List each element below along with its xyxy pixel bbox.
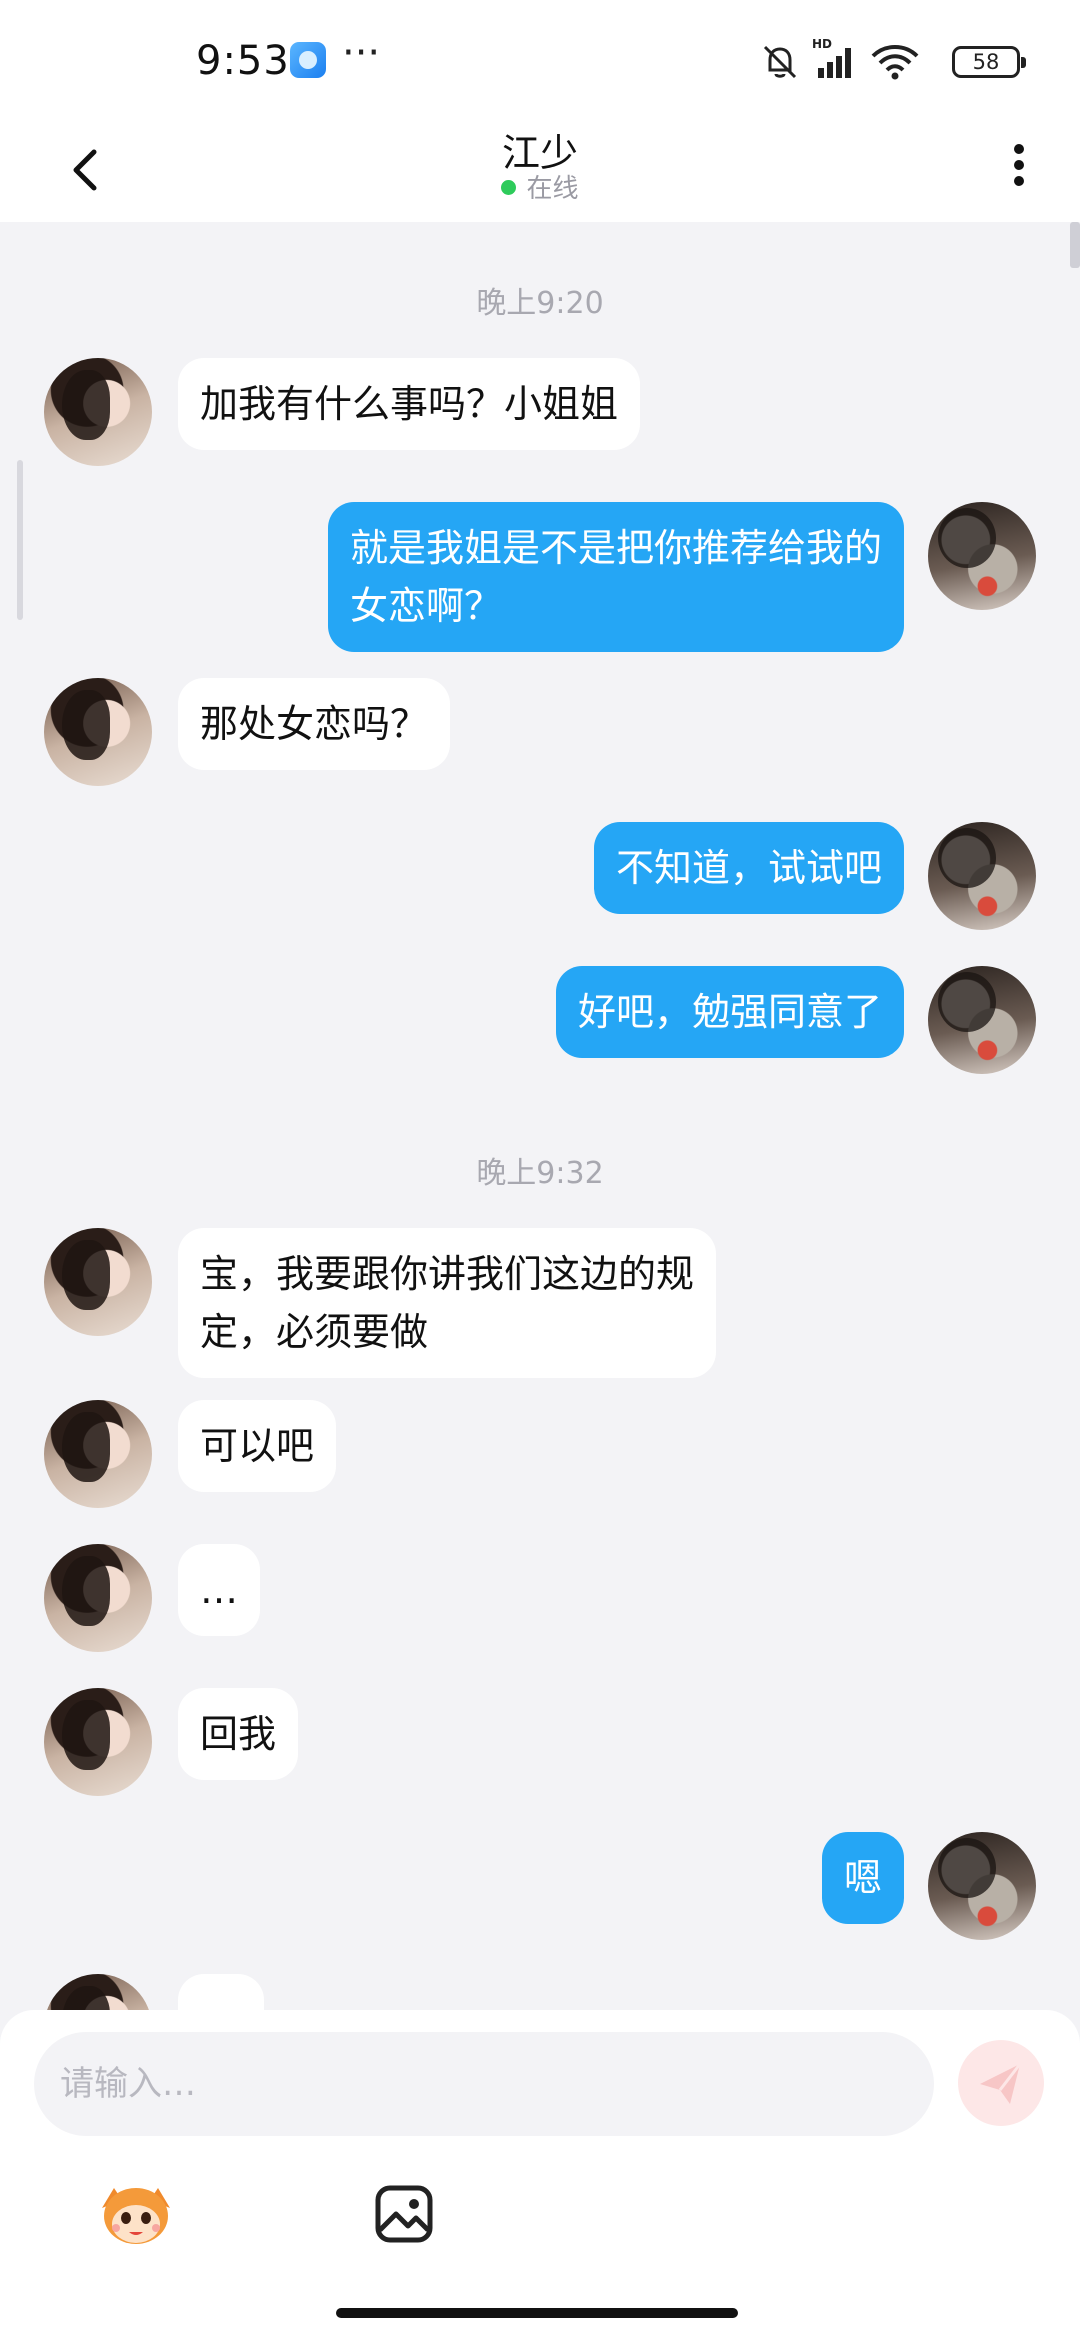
image-picker-button[interactable] (372, 2182, 436, 2246)
my-avatar[interactable] (928, 966, 1036, 1074)
contact-avatar[interactable] (44, 1228, 152, 1336)
scrollbar-left (17, 460, 23, 620)
message-bubble-received[interactable]: … (178, 1544, 260, 1636)
status-icons: HD 58 (763, 36, 1026, 86)
contact-avatar[interactable] (44, 1688, 152, 1796)
message-list[interactable]: 晚上9:20 加我有什么事吗？小姐姐 就是我姐是不是把你推荐给我的 女恋啊？ 那… (0, 222, 1080, 2012)
home-indicator[interactable] (336, 2308, 738, 2318)
more-options-button[interactable] (994, 130, 1044, 210)
message-bubble-sent[interactable]: 嗯 (821, 1832, 904, 1924)
message-bubble-received[interactable]: 回我 (178, 1688, 299, 1780)
my-avatar[interactable] (928, 822, 1036, 930)
mascot-sticker-icon (102, 2188, 170, 2244)
timestamp: 晚上9:20 (476, 286, 604, 321)
message-bubble-sent[interactable]: 好吧，勉强同意了 (555, 966, 904, 1058)
wifi-icon (871, 45, 919, 80)
app-notification-icon (290, 42, 326, 78)
online-status-label: 在线 (526, 174, 579, 204)
message-bubble-received[interactable]: 加我有什么事吗？小姐姐 (178, 358, 641, 450)
status-bar: 9:53 ··· HD 58 (0, 0, 1080, 120)
message-bubble-received[interactable]: 那处女恋吗？ (178, 678, 451, 770)
more-notifications-indicator: ··· (342, 30, 381, 76)
contact-avatar[interactable] (44, 678, 152, 786)
contact-avatar-partial[interactable] (44, 1974, 152, 2012)
message-bubble-sent[interactable]: 不知道，试试吧 (593, 822, 904, 914)
contact-avatar[interactable] (44, 358, 152, 466)
chat-header: 江少 在线 (0, 120, 1080, 222)
scrollbar-right[interactable] (1070, 222, 1080, 268)
send-button[interactable] (958, 2040, 1044, 2126)
contact-avatar[interactable] (44, 1400, 152, 1508)
hd-signal-icon: HD (812, 37, 851, 78)
online-status: 在线 (0, 168, 1080, 205)
message-input[interactable] (34, 2032, 934, 2136)
my-avatar[interactable] (928, 1832, 1036, 1940)
composer-panel (0, 2010, 1080, 2340)
status-time: 9:53 (196, 38, 290, 84)
send-icon (980, 2063, 1022, 2104)
image-icon (375, 2185, 433, 2243)
my-avatar[interactable] (928, 502, 1036, 610)
more-vertical-icon (1014, 144, 1024, 186)
sticker-button[interactable] (96, 2178, 176, 2254)
message-bubble-received[interactable]: 可以吧 (178, 1400, 337, 1492)
message-bubble-received[interactable]: 宝，我要跟你讲我们这边的规 定，必须要做 (178, 1228, 717, 1378)
battery-icon: 58 (952, 46, 1026, 78)
timestamp: 晚上9:32 (476, 1156, 604, 1191)
contact-avatar[interactable] (44, 1544, 152, 1652)
mute-bell-icon (763, 45, 797, 79)
svg-text:HD: HD (812, 37, 832, 51)
message-bubble-sent[interactable]: 就是我姐是不是把你推荐给我的 女恋啊？ (327, 502, 904, 652)
online-dot-icon (501, 180, 517, 195)
message-bubble-partial[interactable] (178, 1974, 264, 2012)
